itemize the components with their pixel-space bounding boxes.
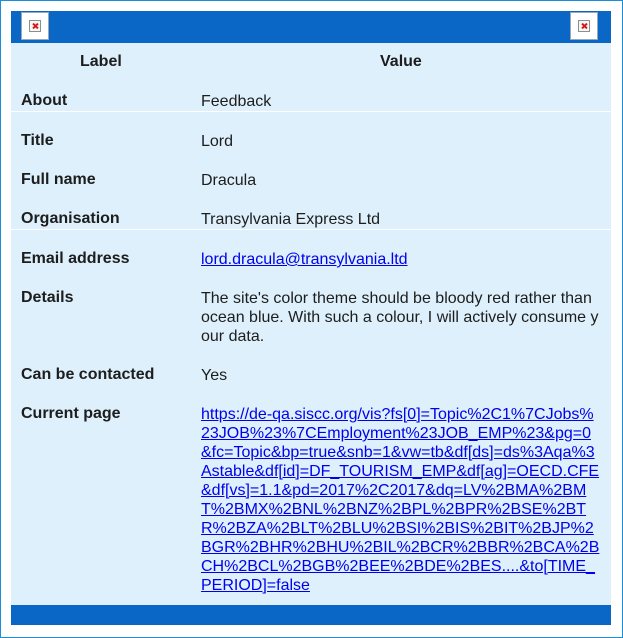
email-link[interactable]: lord.dracula@transylvania.ltd (201, 251, 408, 268)
header-bar (11, 11, 611, 43)
column-header-label: Label (80, 53, 122, 70)
row-label-about: About (21, 92, 68, 109)
email-frame: Label Value About Feedback Title Lord Fu… (0, 0, 623, 638)
feedback-panel: Label Value About Feedback Title Lord Fu… (11, 11, 611, 625)
row-label-details: Details (21, 289, 74, 306)
row-label-can-be-contacted: Can be contacted (21, 366, 155, 383)
header-right-image (570, 12, 598, 40)
row-divider (11, 111, 611, 112)
row-label-email: Email address (21, 250, 130, 267)
row-value-can-be-contacted: Yes (201, 367, 228, 384)
row-value-email: lord.dracula@transylvania.ltd (201, 250, 601, 269)
broken-image-icon (578, 20, 590, 32)
row-divider (11, 229, 611, 230)
row-value-full-name: Dracula (201, 172, 257, 189)
row-value-details: The site's color theme should be bloody … (201, 290, 599, 345)
current-page-link[interactable]: https://de-qa.siscc.org/vis?fs[0]=Topic%… (201, 406, 599, 594)
column-header-value: Value (380, 53, 422, 70)
row-value-title: Lord (201, 133, 234, 150)
row-label-full-name: Full name (21, 171, 96, 188)
row-value-about: Feedback (201, 93, 272, 110)
row-label-organisation: Organisation (21, 210, 120, 227)
row-value-organisation: Transylvania Express Ltd (201, 211, 381, 228)
broken-image-icon (29, 20, 41, 32)
row-label-current-page: Current page (21, 405, 121, 422)
footer-bar (11, 605, 611, 625)
row-value-current-page: https://de-qa.siscc.org/vis?fs[0]=Topic%… (201, 405, 601, 595)
header-left-image (21, 12, 49, 40)
row-label-title: Title (21, 132, 54, 149)
